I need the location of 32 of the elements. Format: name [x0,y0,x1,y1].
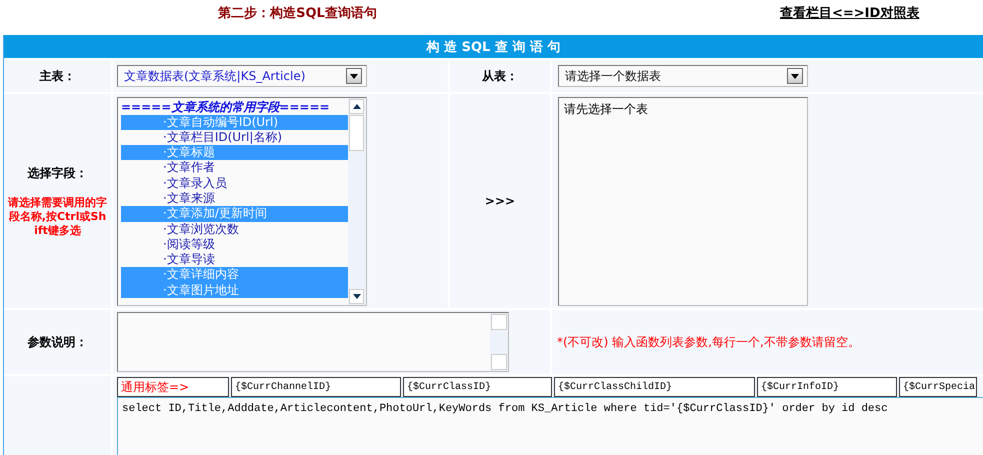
tag-button[interactable]: {$CurrChannelID} [231,377,401,397]
dropdown-caret-icon[interactable] [346,68,362,84]
tag-button[interactable]: {$CurrSpecia [899,377,978,397]
field-list[interactable]: =====文章系统的常用字段===== ·文章自动编号ID(Url) ·文章栏目ID(Url|名称) ·文章标题 ·文章作者 ·文章录入员 ·文章来源 ·文章添加/更新时间 ·文章浏览次数 ·阅读等级 ·文章导读 ·文章详细内容 ·文章图片地址 [117,96,367,306]
sql-editor[interactable]: select ID,Title,Adddate,Articlecontent,PhotoUrl,KeyWords from KS_Article where tid='{$CurrClassID}' order by id desc [117,397,983,455]
tag-button[interactable]: {$CurrClassChildID} [554,377,755,397]
select-fields-hint: 请选择需要调用的字段名称,按Ctrl或Shift键多选 [8,196,108,238]
scrollbar-thumb[interactable] [349,114,364,150]
tag-heading: 通用标签=> [117,377,229,397]
add-fields-arrow[interactable]: >>> [484,194,516,208]
list-option[interactable]: ·文章来源 [121,190,348,206]
list-option[interactable]: ·文章浏览次数 [121,222,348,237]
tag-button[interactable]: {$CurrClassID} [403,377,552,397]
list-option[interactable]: ·文章作者 [121,160,348,176]
dropdown-select[interactable]: 请选择一个数据表 [558,65,808,87]
list-option[interactable]: ·文章导读 [121,252,348,268]
main-table-label: 主表： [40,68,76,84]
list-group-heading: =====文章系统的常用字段===== [121,100,331,114]
section-header: 构 造 SQL 查 询 语 句 [4,35,983,58]
list-option[interactable]: ·文章录入员 [121,176,348,191]
sub-fields-list[interactable]: 请先选择一个表 [558,96,808,306]
list-option[interactable]: ·阅读等级 [121,236,348,252]
dropdown-caret-icon[interactable] [787,68,803,84]
select-fields-label: 选择字段： [28,164,88,182]
dropdown-select[interactable]: 文章数据表(文章系统|KS_Article) [117,65,367,87]
step-title: 第二步：构造SQL查询语句 [217,5,378,22]
params-hint: *(不可改) 输入函数列表参数,每行一个,不带参数请留空。 [557,334,860,350]
list-option[interactable]: ·文章栏目ID(Url|名称) [121,130,348,146]
params-label: 参数说明： [28,334,88,350]
sub-table-label: 从表： [482,68,518,84]
id-table-link[interactable]: 查看栏目<=>ID对照表 [780,4,920,22]
tag-button[interactable]: {$CurrInfoID} [757,377,897,397]
